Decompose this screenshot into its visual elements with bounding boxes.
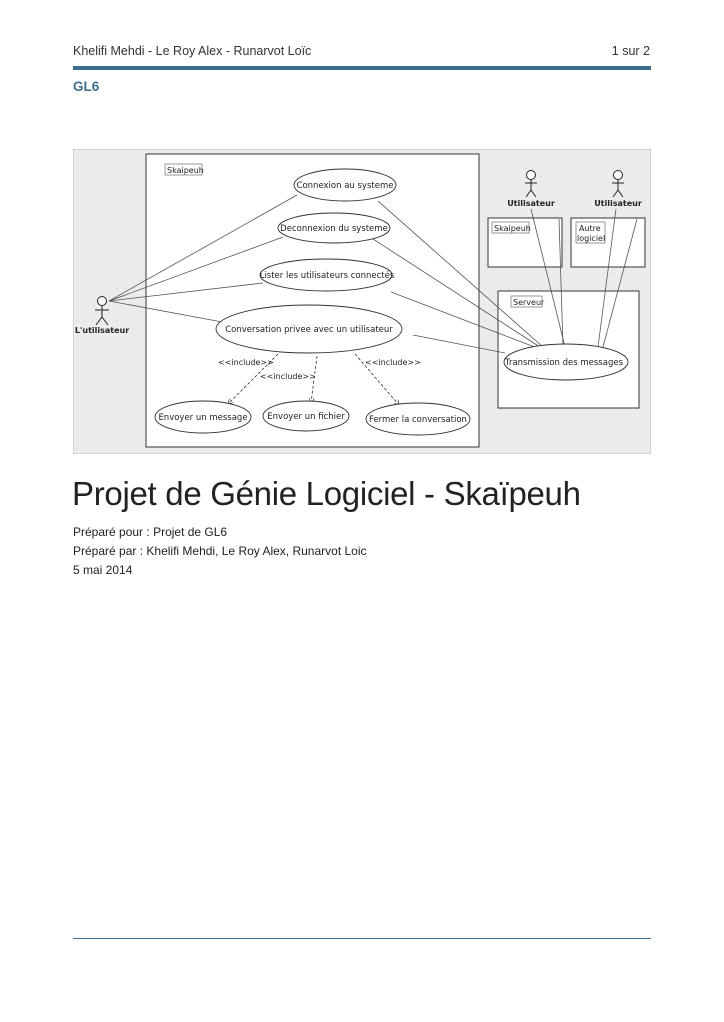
box-skaipeuh-label: Skaipeuh — [494, 224, 531, 233]
header-rule — [73, 66, 651, 70]
page-indicator: 1 sur 2 — [611, 44, 650, 58]
prepared-by-label: Préparé par : — [73, 544, 144, 558]
usecase-envoyer-fichier-label: Envoyer un fichier — [267, 412, 345, 422]
usecase-deconnexion-label: Deconnexion du systeme — [280, 224, 388, 234]
include-label-2: <<include>> — [260, 372, 316, 381]
usecase-fermer-label: Fermer la conversation — [369, 415, 467, 425]
box-serveur-label: Serveur — [513, 298, 545, 307]
system-label: Skaipeuh — [167, 166, 204, 175]
prepared-for-label: Préparé pour : — [73, 525, 150, 539]
prepared-for-line: Préparé pour : Projet de GL6 — [73, 525, 227, 539]
usecase-lister-label: Lister les utilisateurs connectés — [260, 270, 395, 281]
usecase-transmission-label: Transmission des messages — [504, 358, 624, 368]
include-label-3: <<include>> — [365, 358, 421, 367]
section-label: GL6 — [73, 79, 100, 94]
document-date: 5 mai 2014 — [73, 563, 133, 577]
remote-actor-2-label: Utilisateur — [594, 199, 642, 208]
remote-actor-1-label: Utilisateur — [507, 199, 555, 208]
box-autre-label-1: Autre — [579, 224, 601, 233]
document-title: Projet de Génie Logiciel - Skaïpeuh — [72, 475, 581, 512]
prepared-for-value: Projet de GL6 — [153, 525, 228, 539]
header-authors: Khelifi Mehdi - Le Roy Alex - Runarvot L… — [73, 44, 312, 58]
footer-rule — [73, 938, 651, 939]
include-label-1: <<include>> — [218, 358, 274, 367]
usecase-envoyer-message-label: Envoyer un message — [158, 413, 247, 423]
box-autre-label-2: logiciel — [577, 234, 605, 243]
use-case-diagram: Skaipeuh Skaipeuh Autre logiciel Serveur — [73, 149, 651, 454]
prepared-by-line: Préparé par : Khelifi Mehdi, Le Roy Alex… — [73, 544, 367, 558]
usecase-connexion-label: Connexion au systeme — [297, 181, 394, 191]
prepared-by-value: Khelifi Mehdi, Le Roy Alex, Runarvot Loi… — [146, 544, 367, 558]
usecase-conversation-label: Conversation privee avec un utilisateur — [225, 325, 393, 335]
actor-utilisateur-label: L'utilisateur — [75, 326, 129, 335]
